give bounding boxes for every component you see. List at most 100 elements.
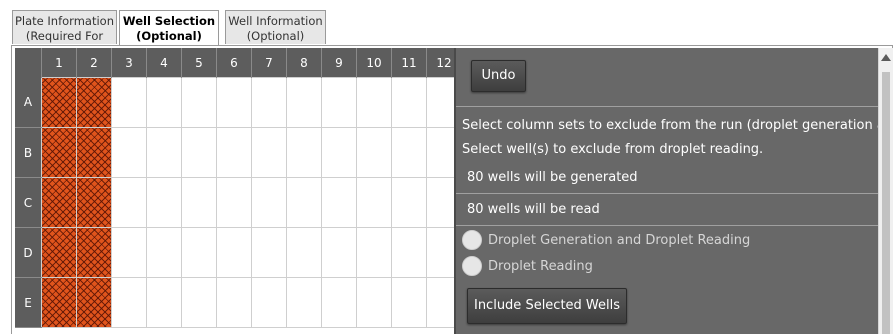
column-header-4[interactable]: 4 — [146, 48, 182, 78]
well-D9[interactable] — [321, 227, 357, 278]
tab-plate-information[interactable]: Plate Information (Required For Run) — [12, 10, 117, 58]
wells-read-count: 80 wells will be read — [467, 202, 600, 217]
row-header-E[interactable]: E — [15, 277, 42, 328]
well-A5[interactable] — [181, 77, 217, 128]
tab-well-information-title: Well Information — [228, 14, 323, 28]
well-E1[interactable] — [41, 277, 77, 328]
radio-droplet-reading[interactable]: Droplet Reading — [462, 256, 593, 276]
well-E9[interactable] — [321, 277, 357, 328]
plate-body: ABCDE — [15, 77, 462, 328]
well-A6[interactable] — [216, 77, 252, 128]
well-D2[interactable] — [76, 227, 112, 278]
well-A7[interactable] — [251, 77, 287, 128]
well-C7[interactable] — [251, 177, 287, 228]
plate-grid: 1 2 3 4 5 6 7 8 9 10 11 12 ABCDE — [15, 48, 462, 328]
well-E5[interactable] — [181, 277, 217, 328]
well-D3[interactable] — [111, 227, 147, 278]
radio-circle-icon[interactable] — [462, 256, 482, 276]
tab-well-selection-title: Well Selection — [122, 14, 216, 28]
well-D7[interactable] — [251, 227, 287, 278]
row-header-B[interactable]: B — [15, 127, 42, 178]
well-D1[interactable] — [41, 227, 77, 278]
well-B11[interactable] — [391, 127, 427, 178]
well-D4[interactable] — [146, 227, 182, 278]
plate-row: C — [15, 177, 462, 228]
well-D10[interactable] — [356, 227, 392, 278]
well-A4[interactable] — [146, 77, 182, 128]
well-C9[interactable] — [321, 177, 357, 228]
well-A10[interactable] — [356, 77, 392, 128]
well-B4[interactable] — [146, 127, 182, 178]
plate-row: E — [15, 277, 462, 328]
panel-divider — [456, 193, 878, 194]
well-C2[interactable] — [76, 177, 112, 228]
well-A8[interactable] — [286, 77, 322, 128]
well-A1[interactable] — [41, 77, 77, 128]
column-header-11[interactable]: 11 — [391, 48, 427, 78]
well-E11[interactable] — [391, 277, 427, 328]
undo-button[interactable]: Undo — [471, 60, 526, 92]
tab-well-information[interactable]: Well Information (Optional) — [225, 10, 326, 44]
column-header-1[interactable]: 1 — [41, 48, 77, 78]
tab-well-selection[interactable]: Well Selection (Optional) — [119, 10, 219, 46]
well-B10[interactable] — [356, 127, 392, 178]
column-header-2[interactable]: 2 — [76, 48, 112, 78]
well-C1[interactable] — [41, 177, 77, 228]
well-C11[interactable] — [391, 177, 427, 228]
well-C5[interactable] — [181, 177, 217, 228]
well-C4[interactable] — [146, 177, 182, 228]
well-D11[interactable] — [391, 227, 427, 278]
tab-well-selection-subtitle: (Optional) — [136, 29, 202, 43]
well-A9[interactable] — [321, 77, 357, 128]
column-header-5[interactable]: 5 — [181, 48, 217, 78]
well-E8[interactable] — [286, 277, 322, 328]
well-C3[interactable] — [111, 177, 147, 228]
well-E3[interactable] — [111, 277, 147, 328]
well-B1[interactable] — [41, 127, 77, 178]
well-D6[interactable] — [216, 227, 252, 278]
radio-droplet-reading-label: Droplet Reading — [488, 258, 593, 274]
well-B3[interactable] — [111, 127, 147, 178]
scrollbar-thumb[interactable] — [882, 72, 890, 334]
include-selected-wells-button[interactable]: Include Selected Wells — [467, 288, 627, 324]
scroll-up-arrow-icon[interactable] — [881, 54, 891, 61]
plate-header-row: 1 2 3 4 5 6 7 8 9 10 11 12 — [15, 48, 462, 78]
row-header-A[interactable]: A — [15, 77, 42, 128]
radio-generation-and-reading[interactable]: Droplet Generation and Droplet Reading — [462, 230, 750, 250]
row-header-D[interactable]: D — [15, 227, 42, 278]
vertical-scrollbar[interactable] — [878, 48, 893, 334]
well-E2[interactable] — [76, 277, 112, 328]
column-header-3[interactable]: 3 — [111, 48, 147, 78]
row-header-C[interactable]: C — [15, 177, 42, 228]
well-C10[interactable] — [356, 177, 392, 228]
wells-generated-count: 80 wells will be generated — [467, 170, 638, 185]
well-E7[interactable] — [251, 277, 287, 328]
well-E4[interactable] — [146, 277, 182, 328]
column-header-6[interactable]: 6 — [216, 48, 252, 78]
plate-corner — [15, 48, 42, 78]
well-A3[interactable] — [111, 77, 147, 128]
radio-generation-and-reading-label: Droplet Generation and Droplet Reading — [488, 232, 751, 248]
radio-circle-icon[interactable] — [462, 230, 482, 250]
well-C6[interactable] — [216, 177, 252, 228]
column-header-7[interactable]: 7 — [251, 48, 287, 78]
well-D5[interactable] — [181, 227, 217, 278]
well-E6[interactable] — [216, 277, 252, 328]
well-E10[interactable] — [356, 277, 392, 328]
well-B5[interactable] — [181, 127, 217, 178]
tab-plate-information-title: Plate Information — [15, 14, 114, 28]
well-B6[interactable] — [216, 127, 252, 178]
instruction-wells: Select well(s) to exclude from droplet r… — [462, 142, 764, 157]
column-header-10[interactable]: 10 — [356, 48, 392, 78]
well-B8[interactable] — [286, 127, 322, 178]
well-A11[interactable] — [391, 77, 427, 128]
well-B2[interactable] — [76, 127, 112, 178]
well-B7[interactable] — [251, 127, 287, 178]
panel-divider — [456, 106, 878, 107]
well-D8[interactable] — [286, 227, 322, 278]
well-A2[interactable] — [76, 77, 112, 128]
column-header-9[interactable]: 9 — [321, 48, 357, 78]
column-header-8[interactable]: 8 — [286, 48, 322, 78]
well-C8[interactable] — [286, 177, 322, 228]
well-B9[interactable] — [321, 127, 357, 178]
